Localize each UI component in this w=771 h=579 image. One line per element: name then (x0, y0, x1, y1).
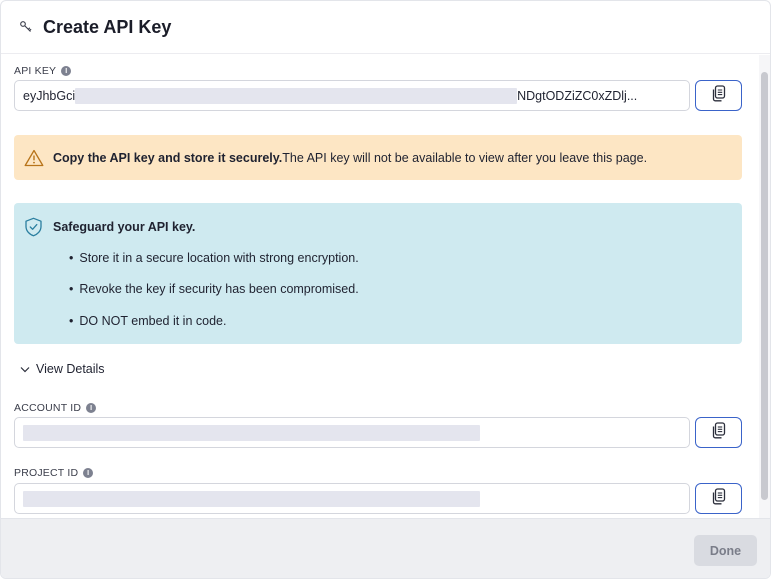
warning-bold-text: Copy the API key and store it securely. (53, 150, 283, 165)
account-id-label: ACCOUNT ID i (14, 402, 97, 414)
info-icon[interactable]: i (61, 66, 72, 76)
copy-account-id-button[interactable] (695, 417, 742, 448)
copy-project-id-button[interactable] (695, 483, 742, 514)
dialog-footer: Done (1, 518, 770, 578)
safeguard-title: Safeguard your API key. (53, 220, 196, 234)
safeguard-heading: Safeguard your API key. (24, 217, 195, 237)
copy-icon (711, 421, 727, 444)
safeguard-banner: Safeguard your API key. Store it in a se… (14, 203, 742, 344)
account-id-field[interactable] (14, 417, 690, 448)
info-icon[interactable]: i (86, 403, 97, 413)
api-key-field[interactable]: eyJhbGci NDgtODZiZC0xZDlj... (14, 80, 690, 111)
redacted-block (23, 424, 480, 441)
warning-icon (24, 148, 44, 168)
key-icon (17, 18, 35, 36)
api-key-suffix: NDgtODZiZC0xZDlj... (517, 88, 638, 103)
view-details-toggle[interactable]: View Details (20, 362, 105, 376)
safeguard-bullet: DO NOT embed it in code. (69, 314, 226, 328)
copy-icon (711, 487, 727, 510)
warning-text: The API key will not be available to vie… (282, 150, 648, 165)
redacted-block (75, 87, 518, 104)
copy-icon (711, 84, 727, 107)
project-id-field[interactable] (14, 483, 690, 514)
redacted-block (23, 490, 480, 507)
done-button[interactable]: Done (694, 535, 757, 566)
api-key-prefix: eyJhbGci (23, 88, 76, 103)
project-id-label-text: PROJECT ID (14, 467, 79, 479)
project-id-label: PROJECT ID i (14, 467, 94, 479)
dialog-body: API KEY i eyJhbGci NDgtODZiZC0xZDlj... (1, 55, 761, 518)
shield-check-icon (24, 217, 44, 237)
account-id-label-text: ACCOUNT ID (14, 402, 82, 414)
chevron-down-icon (20, 362, 30, 376)
create-api-key-dialog: Create API Key API KEY i eyJhbGci NDgtOD… (0, 0, 771, 579)
view-details-label: View Details (36, 362, 105, 376)
dialog-title: Create API Key (43, 16, 172, 37)
api-key-label: API KEY i (14, 65, 72, 77)
copy-warning-banner: Copy the API key and store it securely. … (14, 135, 742, 180)
info-icon[interactable]: i (83, 468, 94, 478)
dialog-header: Create API Key (1, 1, 770, 54)
safeguard-bullet: Revoke the key if security has been comp… (69, 282, 358, 296)
api-key-label-text: API KEY (14, 65, 57, 77)
scrollbar-thumb[interactable] (761, 72, 768, 500)
safeguard-bullet: Store it in a secure location with stron… (69, 251, 358, 265)
copy-api-key-button[interactable] (695, 80, 742, 111)
